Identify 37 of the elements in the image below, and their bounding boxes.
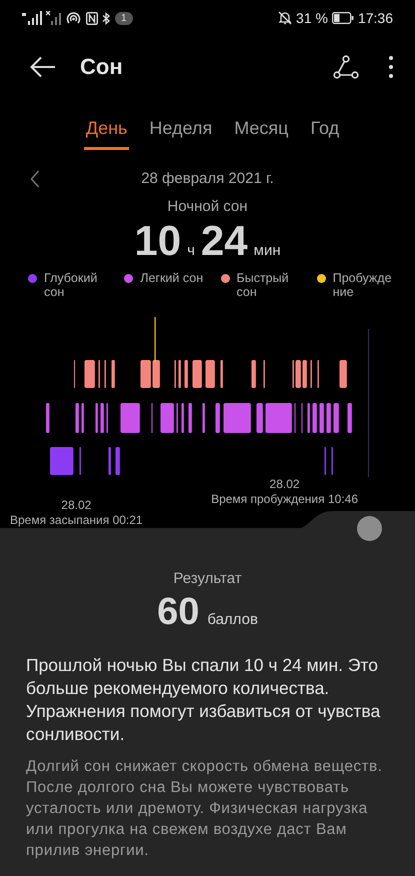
bluetooth-icon <box>102 12 111 24</box>
clock-time: 17:36 <box>358 10 393 26</box>
previous-day-button[interactable] <box>28 168 42 190</box>
cellular-signal-icon <box>46 11 62 25</box>
score-value: 60 <box>157 591 200 634</box>
notification-count: 1 <box>115 12 133 24</box>
legend-label: Быстрый сон <box>236 271 290 301</box>
sleep-type-label: Ночной сон <box>166 198 249 215</box>
wake-up-date: 28.02 <box>268 477 301 492</box>
sleep-summary-text: Прошлой ночью Вы спали 10 ч 24 мин. Это больше рекомендуемого количества. Упражнения помогут избавиться от чувства сонливости. <box>26 654 382 746</box>
date-label: 28 февраля 2021 г. <box>141 169 274 189</box>
legend-label: Глубокий сон <box>44 271 98 301</box>
more-options-icon[interactable] <box>387 55 395 79</box>
score-unit: баллов <box>207 611 258 628</box>
muted-bell-icon <box>278 11 292 25</box>
wake-up-time: Время пробуждения 10:46 <box>211 492 358 507</box>
cellular-signal-icon <box>22 11 42 25</box>
battery-icon <box>332 12 354 24</box>
sleep-start-date: 28.02 <box>60 498 92 513</box>
period-tab[interactable]: Неделя <box>147 118 214 150</box>
period-tab[interactable]: Год <box>308 118 342 150</box>
result-label: Результат <box>172 570 243 587</box>
period-tab[interactable]: Месяц <box>232 118 290 150</box>
minutes-value: 24 <box>200 217 248 265</box>
sleep-start-time: Время засыпания 00:21 <box>10 513 143 528</box>
legend-label: Пробуждение <box>332 271 393 301</box>
hotspot-icon <box>66 11 82 25</box>
period-tab[interactable]: День <box>84 118 130 150</box>
nfc-icon <box>86 12 98 24</box>
minutes-unit: мин <box>254 242 281 259</box>
legend-label: Легкий сон <box>140 271 204 287</box>
hours-unit: ч <box>187 242 195 259</box>
screen-title: Сон <box>80 54 124 80</box>
sleep-advice-text: Долгий сон снижает скорость обмена веществ. После долгого сна Вы можете чувствовать усталость или дремоту. Физическая нагрузка или прогулка на свежем воздухе даст Вам прилив энергии. <box>26 757 384 861</box>
sheet-handle[interactable] <box>357 516 382 541</box>
hours-value: 10 <box>134 217 182 265</box>
battery-percent: 31 % <box>296 10 328 26</box>
